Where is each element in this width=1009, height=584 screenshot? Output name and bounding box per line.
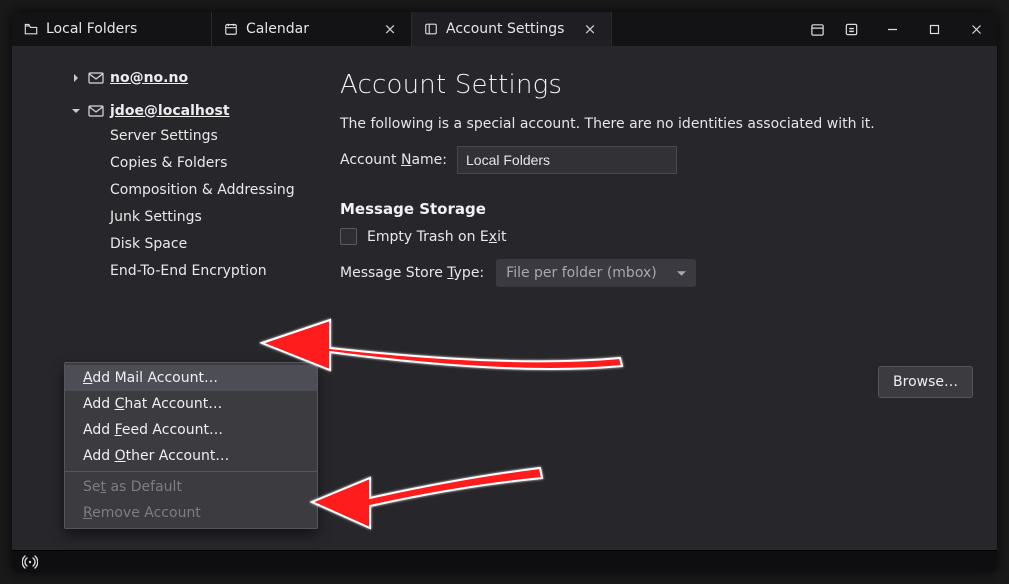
close-window-button[interactable] [955,12,997,46]
title-bar: Local Folders Calendar × Account Setting… [12,12,997,46]
sidebar-item-copies-folders[interactable]: Copies & Folders [12,149,318,176]
window-controls [871,12,997,46]
tab-label: Calendar [246,21,309,37]
menu-item-add-other-account[interactable]: Add Other Account… [65,443,317,469]
sidebar-item-junk-settings[interactable]: Junk Settings [12,203,318,230]
settings-panel-icon [424,22,438,36]
tab-account-settings[interactable]: Account Settings × [412,12,612,46]
account-actions-menu: Add Mail Account… Add Chat Account… Add … [64,362,318,529]
sidebar-item-e2e-encryption[interactable]: End-To-End Encryption [12,257,318,284]
empty-trash-row[interactable]: Empty Trash on Exit [340,228,975,245]
status-bar [12,550,997,572]
tab-label: Account Settings [446,21,564,37]
account-row-jdoe[interactable]: jdoe@localhost [12,99,318,122]
close-icon[interactable]: × [381,20,399,38]
empty-trash-label: Empty Trash on Exit [367,229,506,245]
message-storage-heading: Message Storage [340,200,975,218]
browse-button[interactable]: Browse… [878,366,973,398]
store-type-row: Message Store Type: File per folder (mbo… [340,259,975,287]
menu-item-set-default: Set as Default [65,474,317,500]
account-tree-sidebar: no@no.no jdoe@localhost Server Settings … [12,46,318,550]
chevron-right-icon [70,74,82,82]
account-name-label: Account Name: [340,152,447,168]
calendar-icon [224,22,238,36]
menu-item-add-feed-account[interactable]: Add Feed Account… [65,417,317,443]
page-title: Account Settings [340,70,975,100]
account-name-row: Account Name: [340,146,975,174]
minimize-button[interactable] [871,12,913,46]
mail-icon [88,105,104,117]
account-row-no[interactable]: no@no.no [12,66,318,89]
sidebar-item-disk-space[interactable]: Disk Space [12,230,318,257]
settings-content-pane: Account Settings The following is a spec… [318,46,997,550]
close-icon[interactable]: × [581,20,599,38]
chevron-down-icon [70,107,82,115]
broadcast-icon [22,555,38,569]
menu-separator [65,471,317,472]
maximize-button[interactable] [913,12,955,46]
account-label: jdoe@localhost [110,103,230,119]
tab-calendar[interactable]: Calendar × [212,12,412,46]
sidebar-item-composition-addressing[interactable]: Composition & Addressing [12,176,318,203]
menu-item-add-chat-account[interactable]: Add Chat Account… [65,391,317,417]
tab-local-folders[interactable]: Local Folders [12,12,212,46]
calendar-shortcut-icon[interactable] [803,15,831,43]
chevron-down-icon [677,269,686,278]
menu-item-remove-account: Remove Account [65,500,317,526]
account-label: no@no.no [110,70,188,86]
store-type-label: Message Store Type: [340,265,484,281]
tasks-shortcut-icon[interactable] [837,15,865,43]
page-description: The following is a special account. Ther… [340,116,975,132]
store-type-select[interactable]: File per folder (mbox) [496,259,696,287]
titlebar-shortcut-buttons [797,12,871,46]
folder-icon [24,22,38,36]
account-name-input[interactable] [457,146,677,174]
mail-icon [88,72,104,84]
empty-trash-checkbox[interactable] [340,228,357,245]
tab-label: Local Folders [46,21,137,37]
menu-item-add-mail-account[interactable]: Add Mail Account… [65,365,317,391]
sidebar-item-server-settings[interactable]: Server Settings [12,122,318,149]
